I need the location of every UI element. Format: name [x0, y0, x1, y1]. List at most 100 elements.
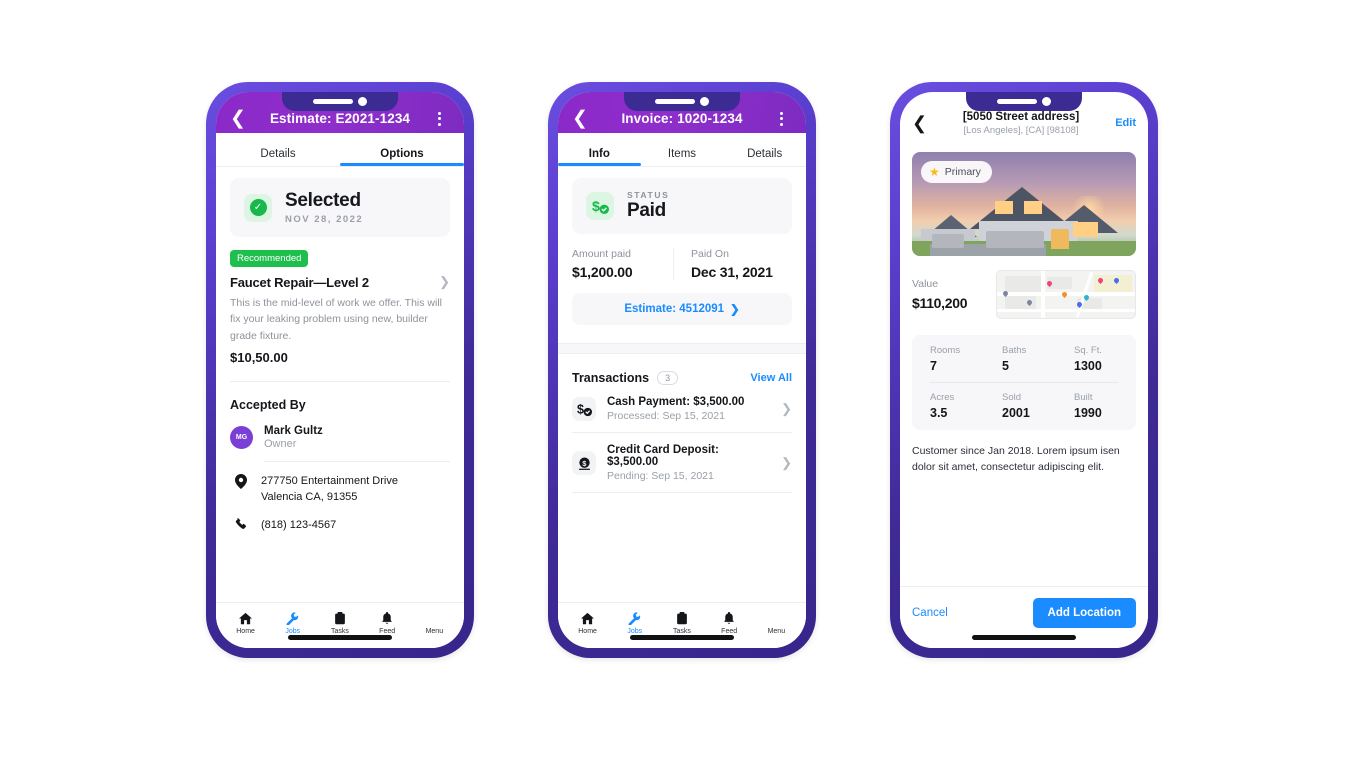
edit-button[interactable]: Edit: [1110, 117, 1136, 129]
fact-label: Sq. Ft.: [1074, 345, 1102, 356]
house-photo: ★ Primary: [912, 152, 1136, 256]
nav-label: Home: [236, 627, 255, 635]
chevron-right-icon: ❯: [730, 304, 740, 316]
tab-details[interactable]: Details: [216, 148, 340, 166]
table-row[interactable]: $ Credit Card Deposit: $3,500.00 Pending…: [572, 433, 792, 493]
garage-door-main: [985, 231, 1045, 248]
nav-item-jobs[interactable]: Jobs: [269, 611, 316, 635]
nav-item-tasks[interactable]: Tasks: [658, 611, 705, 635]
fact-value: 2001: [1002, 406, 1030, 420]
person-name: Mark Gultz: [264, 424, 323, 437]
nav-item-menu[interactable]: Menu: [753, 611, 800, 635]
address-line-1: 277750 Entertainment Drive: [261, 474, 398, 487]
page-subtitle: [Los Angeles], [CA] [98108]: [963, 124, 1079, 136]
bottom-nav: Home Jobs Tasks Feed Menu: [558, 602, 806, 648]
estimate-link-button[interactable]: Estimate: 4512091 ❯: [572, 293, 792, 325]
chevron-right-icon[interactable]: ❯: [439, 274, 450, 290]
clipboard-icon: [334, 611, 346, 626]
fact-sqft: Sq. Ft. 1300: [1060, 345, 1132, 373]
window-3: [1073, 221, 1098, 238]
clipboard-icon: [676, 611, 688, 626]
accepted-person: MG Mark Gultz Owner: [230, 425, 450, 450]
status-date: NOV 28, 2022: [285, 214, 364, 225]
option-row[interactable]: Faucet Repair—Level 2 ❯: [230, 274, 450, 290]
content-sheet: Info Items Details $ STATUS Paid Amount …: [558, 133, 806, 648]
nav-label: Feed: [379, 627, 396, 635]
nav-item-home[interactable]: Home: [564, 611, 611, 635]
value-label: Value: [912, 278, 939, 290]
phone-notch: [966, 92, 1082, 111]
nav-item-home[interactable]: Home: [222, 611, 269, 635]
star-icon: ★: [929, 165, 940, 179]
transactions-count: 3: [657, 371, 679, 385]
address-row[interactable]: 277750 Entertainment Drive Valencia CA, …: [230, 473, 450, 506]
dollar-check-icon: $: [572, 397, 596, 421]
tab-info[interactable]: Info: [558, 148, 641, 166]
view-all-link[interactable]: View All: [750, 372, 792, 384]
home-icon: [239, 611, 253, 626]
property-facts: Rooms 7 Baths 5 Sq. Ft. 1300 Acres 3.5 S…: [912, 335, 1136, 430]
fact-sold: Sold 2001: [988, 392, 1060, 420]
option-price: $10,50.00: [230, 349, 288, 365]
page-title: [5050 Street address]: [962, 110, 1080, 123]
cancel-button[interactable]: Cancel: [912, 607, 948, 619]
nav-item-feed[interactable]: Feed: [364, 611, 411, 635]
phone-row[interactable]: (818) 123-4567: [230, 517, 450, 534]
map-thumbnail[interactable]: [996, 270, 1136, 319]
table-row[interactable]: $ Cash Payment: $3,500.00 Processed: Sep…: [572, 385, 792, 433]
home-indicator: [288, 635, 392, 640]
customer-note: Customer since Jan 2018. Lorem ipsum ise…: [912, 445, 1120, 474]
home-indicator: [630, 635, 734, 640]
status-label: STATUS: [627, 190, 670, 200]
check-circle-icon: ✓: [244, 193, 272, 222]
fact-value: 1990: [1074, 406, 1102, 420]
fact-baths: Baths 5: [988, 345, 1060, 373]
tab-bar-estimate: Details Options: [216, 133, 464, 167]
status-card: $ STATUS Paid: [572, 178, 792, 234]
home-indicator: [972, 635, 1076, 640]
status-card: ✓ Selected NOV 28, 2022: [230, 178, 450, 237]
back-icon[interactable]: ❮: [572, 109, 594, 128]
add-location-button[interactable]: Add Location: [1032, 598, 1136, 628]
phone-mockup-estimate: ❮ Estimate: E2021-1234 Details Options ✓: [206, 82, 474, 658]
map-pin-icon: [233, 473, 249, 489]
tab-details[interactable]: Details: [723, 148, 806, 166]
nav-item-feed[interactable]: Feed: [706, 611, 753, 635]
wrench-icon: [286, 611, 299, 626]
nav-item-menu[interactable]: Menu: [411, 611, 458, 635]
estimate-link-label: Estimate: 4512091: [624, 303, 725, 315]
nav-item-jobs[interactable]: Jobs: [611, 611, 658, 635]
dollar-check-icon: $: [586, 192, 614, 220]
fact-acres: Acres 3.5: [916, 392, 988, 420]
nav-label: Menu: [425, 627, 444, 635]
page-title: Invoice: 1020-1234: [621, 111, 743, 126]
transaction-subtitle: Pending: Sep 15, 2021: [607, 470, 714, 482]
back-icon[interactable]: ❮: [912, 113, 932, 134]
option-description: This is the mid-level of work we offer. …: [230, 297, 443, 342]
nav-item-tasks[interactable]: Tasks: [316, 611, 363, 635]
nav-label: Tasks: [331, 627, 349, 635]
address-line-2: Valencia CA, 91355: [261, 491, 358, 504]
nav-label: Home: [578, 627, 597, 635]
svg-text:$: $: [577, 402, 584, 416]
section-spacer: [558, 343, 806, 354]
paid-on-value: Dec 31, 2021: [691, 264, 773, 280]
tab-items[interactable]: Items: [641, 148, 724, 166]
amount-paid-block: Amount paid $1,200.00: [572, 248, 673, 280]
back-icon[interactable]: ❮: [230, 109, 252, 128]
bell-icon: [723, 611, 735, 626]
phone-notch: [624, 92, 740, 111]
value-amount: $110,200: [912, 295, 968, 311]
option-title: Faucet Repair—Level 2: [230, 274, 369, 290]
tab-options[interactable]: Options: [340, 148, 464, 166]
chevron-right-icon[interactable]: ❯: [781, 455, 792, 471]
amount-paid-label: Amount paid: [572, 248, 631, 260]
chevron-right-icon[interactable]: ❯: [781, 401, 792, 417]
front-camera: [358, 97, 367, 106]
fact-value: 5: [1002, 359, 1009, 373]
kebab-menu-icon[interactable]: [428, 111, 450, 126]
kebab-menu-icon[interactable]: [770, 111, 792, 126]
fact-rooms: Rooms 7: [916, 345, 988, 373]
window-2: [1024, 200, 1042, 215]
status-title: Selected: [285, 190, 361, 211]
